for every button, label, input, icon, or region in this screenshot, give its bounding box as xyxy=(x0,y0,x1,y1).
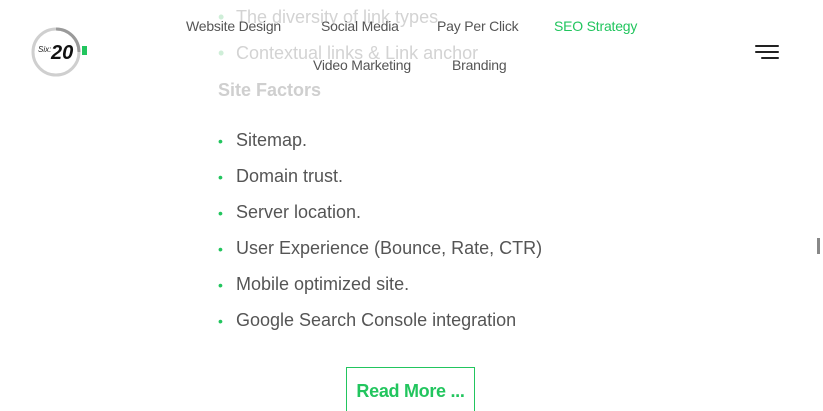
hamburger-icon[interactable] xyxy=(753,43,781,63)
bullet-icon: • xyxy=(218,169,223,185)
read-more-button[interactable]: Read More ... xyxy=(346,367,475,411)
nav-branding[interactable]: Branding xyxy=(452,57,507,73)
nav-seo-strategy[interactable]: SEO Strategy xyxy=(554,18,637,34)
scrollbar-thumb[interactable] xyxy=(817,238,820,254)
bullet-icon: • xyxy=(218,205,223,221)
logo-graphic: Six: 20 xyxy=(31,27,87,77)
list-item: • User Experience (Bounce, Rate, CTR) xyxy=(218,236,542,272)
bullet-icon: • xyxy=(218,277,223,293)
bullet-icon: • xyxy=(218,241,223,257)
nav-pay-per-click[interactable]: Pay Per Click xyxy=(437,18,519,34)
bullet-icon: • xyxy=(218,133,223,149)
list-item: • Sitemap. xyxy=(218,128,542,164)
logo-text-big: 20 xyxy=(50,42,73,64)
site-logo[interactable]: Six: 20 xyxy=(31,27,87,77)
nav-social-media[interactable]: Social Media xyxy=(321,18,399,34)
nav-video-marketing[interactable]: Video Marketing xyxy=(313,57,411,73)
section-heading: Site Factors xyxy=(218,80,322,100)
list-item: • Mobile optimized site. xyxy=(218,272,542,308)
logo-text-small: Six: xyxy=(38,45,51,54)
nav-website-design[interactable]: Website Design xyxy=(186,18,281,34)
logo-accent-mark xyxy=(82,46,87,55)
bullet-icon: • xyxy=(218,313,223,329)
list-item: • Server location. xyxy=(218,200,542,236)
list-item: • Google Search Console integration xyxy=(218,308,542,344)
site-factors-list: • Sitemap. • Domain trust. • Server locatio… xyxy=(218,128,542,344)
page: • The diversity of link types. • Contextua… xyxy=(0,0,823,411)
list-item: • Domain trust. xyxy=(218,164,542,200)
